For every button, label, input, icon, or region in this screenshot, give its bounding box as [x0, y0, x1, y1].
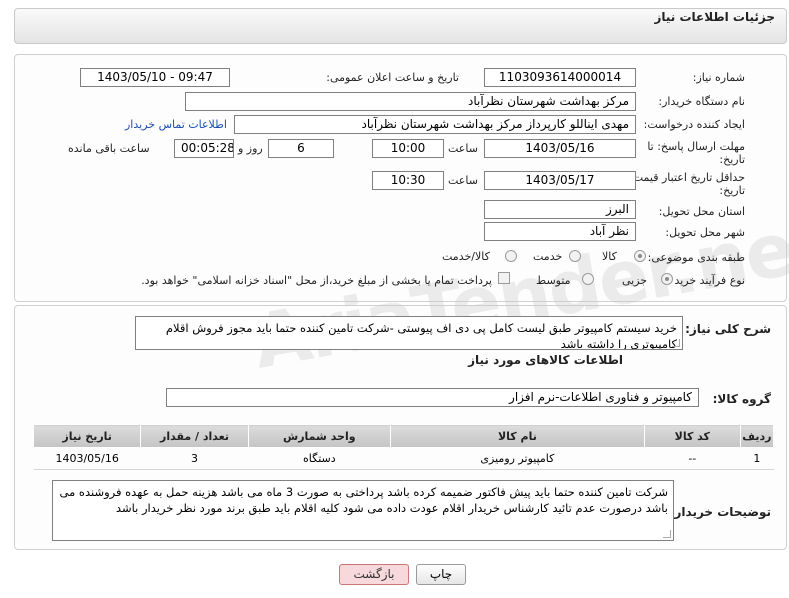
buyer-notes-label: توضیحات خریدار:: [669, 505, 771, 519]
description-textarea[interactable]: خرید سیستم کامپیوتر طبق لیست کامل پی دی …: [135, 316, 683, 350]
creator-label: ایجاد کننده درخواست:: [643, 118, 745, 131]
validity-label: حداقل تاریخ اعتبار قیمت: تا: [619, 171, 745, 184]
goods-group-label: گروه کالا:: [712, 392, 771, 406]
resize-handle[interactable]: [663, 530, 671, 538]
page-title: جزئیات اطلاعات نیاز: [654, 10, 775, 24]
goods-table-wrap: ردیف کد کالا نام کالا واحد شمارش تعداد /…: [32, 424, 775, 470]
deadline-time-label: ساعت: [448, 142, 478, 155]
col-code: کد کالا: [643, 424, 741, 448]
col-qty: تعداد / مقدار: [140, 424, 249, 448]
buyer-label: نام دستگاه خریدار:: [658, 95, 745, 108]
creator-field[interactable]: مهدی ایناللو کارپرداز مرکز بهداشت شهرستا…: [234, 115, 636, 134]
time-remaining-field[interactable]: 00:05:28: [174, 139, 234, 158]
treasury-checkbox[interactable]: [498, 272, 510, 284]
need-number-label: شماره نیاز:: [692, 71, 745, 84]
time-remaining-label: ساعت باقی مانده: [68, 142, 150, 155]
category-option-service: خدمت: [533, 250, 563, 263]
description-label: شرح کلی نیاز:: [685, 322, 771, 336]
category-radio-both[interactable]: [505, 250, 517, 262]
deadline-label: مهلت ارسال پاسخ: تا: [647, 140, 745, 153]
buyer-notes-text: شرکت تامین کننده حتما باید پیش فاکتور ضم…: [59, 485, 668, 515]
category-label: طبقه بندی موضوعی:: [647, 251, 745, 264]
goods-section-title: اطلاعات کالاهای مورد نیاز: [468, 353, 623, 367]
description-text: خرید سیستم کامپیوتر طبق لیست کامل پی دی …: [165, 321, 677, 350]
print-button[interactable]: چاپ: [416, 564, 466, 585]
process-label: نوع فرآیند خرید :: [667, 274, 745, 287]
category-option-goods: کالا: [602, 250, 617, 263]
process-radio-medium[interactable]: [582, 273, 594, 285]
announce-field[interactable]: 1403/05/10 - 09:47: [80, 68, 230, 87]
goods-table: ردیف کد کالا نام کالا واحد شمارش تعداد /…: [32, 424, 775, 470]
buyer-contact-link[interactable]: اطلاعات تماس خریدار: [125, 118, 227, 131]
goods-group-field[interactable]: کامپیوتر و فناوری اطلاعات-نرم افزار: [166, 388, 699, 407]
province-label: استان محل تحویل:: [658, 205, 745, 218]
process-option-minor: جزیی: [622, 274, 648, 287]
category-option-both: کالا/خدمت: [442, 250, 490, 263]
deadline-date-field[interactable]: 1403/05/16: [484, 139, 636, 158]
col-row: ردیف: [739, 424, 775, 448]
col-name: نام کالا: [390, 424, 645, 448]
cell-name: کامپیوتر رومیزی: [390, 447, 645, 470]
deadline-time-field[interactable]: 10:00: [372, 139, 444, 158]
col-date: تاریخ نیاز: [32, 424, 142, 448]
table-row[interactable]: 1 -- کامپیوتر رومیزی دستگاه 3 1403/05/16: [33, 447, 774, 470]
goods-table-header: ردیف کد کالا نام کالا واحد شمارش تعداد /…: [32, 424, 775, 448]
col-unit: واحد شمارش: [247, 424, 392, 448]
city-label: شهر محل تحویل:: [665, 226, 745, 239]
days-label: روز و: [238, 142, 263, 155]
announce-label: تاریخ و ساعت اعلان عمومی:: [326, 71, 459, 84]
back-button[interactable]: بازگشت: [339, 564, 409, 585]
city-field[interactable]: نظر آباد: [484, 222, 636, 241]
cell-date: 1403/05/16: [33, 447, 141, 470]
process-option-medium: متوسط: [536, 274, 571, 287]
validity-time-field[interactable]: 10:30: [372, 171, 444, 190]
province-field[interactable]: البرز: [484, 200, 636, 219]
category-radio-service[interactable]: [569, 250, 581, 262]
cell-unit: دستگاه: [248, 447, 391, 470]
validity-time-label: ساعت: [448, 174, 478, 187]
buyer-field[interactable]: مرکز بهداشت شهرستان نظرآباد: [185, 92, 636, 111]
process-radio-minor[interactable]: [661, 273, 673, 285]
deadline-label-date: تاریخ:: [719, 153, 745, 166]
need-number-field[interactable]: 1103093614000014: [484, 68, 636, 87]
category-radio-goods[interactable]: [634, 250, 646, 262]
cell-row: 1: [740, 447, 774, 470]
cell-code: --: [644, 447, 741, 470]
cell-qty: 3: [140, 447, 249, 470]
validity-date-field[interactable]: 1403/05/17: [484, 171, 636, 190]
validity-label-date: تاریخ:: [719, 184, 745, 197]
resize-handle[interactable]: [672, 339, 680, 347]
treasury-checkbox-label: پرداخت تمام یا بخشی از مبلغ خرید،از محل …: [141, 274, 492, 287]
buyer-notes-textarea[interactable]: شرکت تامین کننده حتما باید پیش فاکتور ضم…: [52, 480, 674, 541]
days-remaining-field[interactable]: 6: [268, 139, 334, 158]
